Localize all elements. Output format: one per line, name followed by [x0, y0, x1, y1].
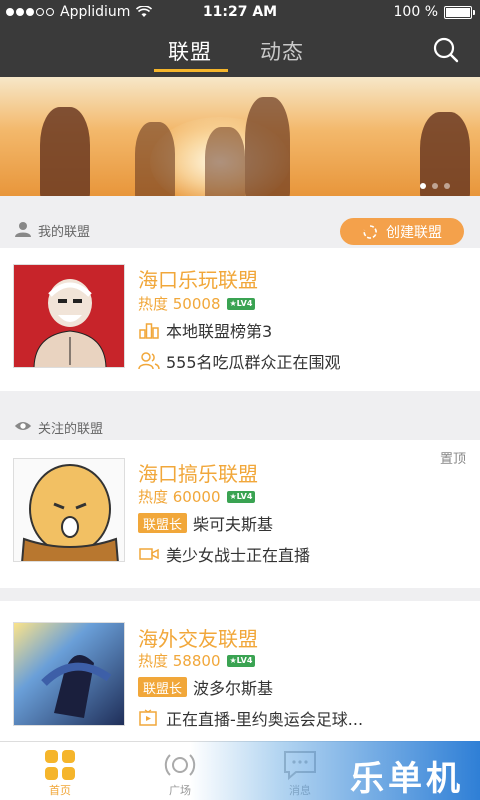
tv-play-icon: [139, 709, 157, 726]
league-rank: 本地联盟榜第3: [166, 322, 273, 341]
nav-home-label: 首页: [49, 784, 71, 797]
league-leader-row: 联盟长 波多尔斯基: [138, 675, 273, 699]
leader-name: 柴可夫斯基: [193, 515, 274, 534]
create-league-button[interactable]: 创建联盟: [340, 218, 464, 245]
league-watchers: 555名吃瓜群众正在围观: [166, 353, 341, 372]
create-league-label: 创建联盟: [386, 224, 442, 241]
tab-league[interactable]: 联盟: [168, 36, 212, 66]
live-text: 正在直播-里约奥运会足球...: [166, 710, 364, 729]
league-heat: 热度 58800 ★ LV4: [138, 650, 256, 671]
followed-league-label: 关注的联盟: [38, 422, 104, 437]
level-badge: ★ LV4: [226, 490, 256, 503]
colonel-avatar-icon: [14, 265, 124, 367]
league-heat: 热度 60000 ★ LV4: [138, 486, 256, 507]
league-leader-row: 联盟长 柴可夫斯基: [138, 511, 273, 535]
league-name: 海口乐玩联盟: [138, 268, 258, 292]
followed-league-card[interactable]: 海外交友联盟 热度 58800 ★ LV4 联盟长 波多尔斯基 正在直播-里约奥运…: [0, 601, 480, 741]
banner-dancer: [205, 127, 245, 196]
banner-dancer: [245, 97, 290, 196]
nav-home[interactable]: 首页: [0, 742, 120, 800]
cartoon-avatar-icon: [14, 459, 124, 561]
banner-pager: [420, 183, 450, 189]
search-icon[interactable]: [432, 36, 460, 64]
followed-league-card[interactable]: 置顶 海口搞乐联盟 热度 60000 ★ LV4 联盟长 柴可夫斯基 美少女战士正…: [0, 440, 480, 588]
watermark-overlay: 乐单机: [190, 741, 480, 800]
banner-dancer: [135, 122, 175, 196]
league-watchers-row: 555名吃瓜群众正在围观: [138, 349, 341, 373]
tab-activity[interactable]: 动态: [260, 36, 304, 66]
league-name: 海口搞乐联盟: [138, 462, 258, 486]
group-icon: [138, 352, 160, 370]
top-tabs: 联盟 动态: [0, 30, 480, 77]
level-badge: ★ LV4: [226, 654, 256, 667]
league-rank-row: 本地联盟榜第3: [138, 318, 272, 342]
top-bar: Applidium 11:27 AM 100 % 联盟 动态: [0, 0, 480, 77]
banner-dancer: [40, 107, 90, 196]
league-avatar: [13, 622, 125, 726]
battery-icon: [444, 5, 475, 19]
role-badge: 联盟长: [138, 677, 188, 697]
followed-league-header: 关注的联盟: [0, 404, 480, 444]
eye-icon: [14, 421, 32, 431]
battery-percent: 100 %: [393, 4, 438, 20]
my-league-header: 我的联盟 创建联盟: [0, 207, 480, 247]
league-live-row[interactable]: 美少女战士正在直播: [138, 542, 310, 566]
watermark-text: 乐单机: [350, 759, 464, 799]
live-text: 美少女战士正在直播: [166, 546, 311, 565]
my-league-label: 我的联盟: [38, 225, 91, 240]
my-league-card[interactable]: 海口乐玩联盟 热度 50008 ★ LV4 本地联盟榜第3 555名吃瓜群众正在围…: [0, 248, 480, 391]
heat-value: 热度 58800: [138, 652, 221, 670]
banner-carousel[interactable]: [0, 77, 480, 196]
refresh-icon: [363, 224, 377, 239]
video-camera-icon: [139, 548, 159, 560]
role-badge: 联盟长: [138, 513, 188, 533]
heat-value: 热度 50008: [138, 295, 221, 313]
leader-name: 波多尔斯基: [193, 679, 274, 698]
home-grid-icon: [45, 750, 75, 780]
league-avatar: [13, 458, 125, 562]
status-right: 100 %: [393, 4, 475, 20]
league-live-row[interactable]: 正在直播-里约奥运会足球...: [138, 706, 363, 730]
active-tab-indicator: [154, 69, 228, 72]
heat-value: 热度 60000: [138, 488, 221, 506]
league-heat: 热度 50008 ★ LV4: [138, 293, 256, 314]
pin-label[interactable]: 置顶: [440, 448, 466, 467]
level-badge: ★ LV4: [226, 297, 256, 310]
photo-avatar-icon: [14, 623, 124, 725]
user-icon: [15, 222, 31, 237]
ranking-icon: [139, 323, 159, 339]
league-avatar: [13, 264, 125, 368]
league-name: 海外交友联盟: [138, 627, 258, 651]
status-bar: Applidium 11:27 AM 100 %: [0, 0, 480, 26]
